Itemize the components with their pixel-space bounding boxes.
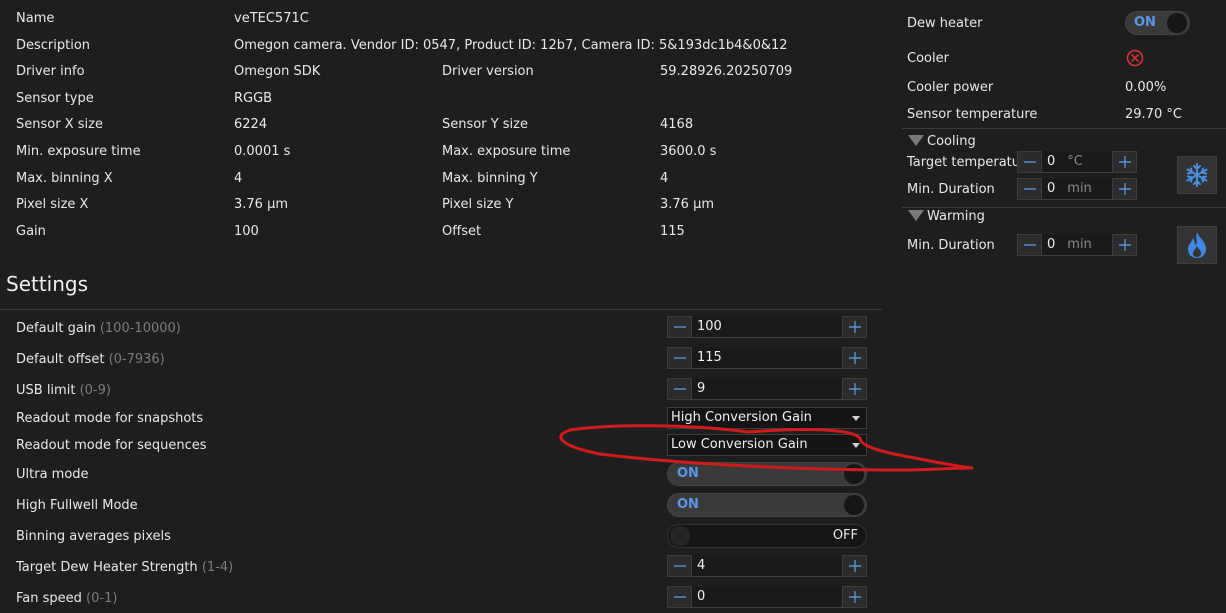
plus-icon [1118, 239, 1131, 251]
plus-icon [1118, 183, 1131, 195]
dew-heater-state: ON [1134, 15, 1156, 30]
warming-duration-increment-button[interactable] [1112, 234, 1137, 256]
minus-icon [1023, 188, 1036, 190]
start-warming-button[interactable] [1177, 226, 1217, 264]
warming-duration-label: Min. Duration [907, 238, 995, 253]
plus-icon [1118, 156, 1131, 168]
target-temp-value: 0 [1047, 154, 1056, 169]
cooler-off-icon[interactable] [1126, 49, 1144, 67]
cooler-label: Cooler [907, 51, 949, 66]
flame-icon [1188, 232, 1206, 258]
sensor-temp-value: 29.70 °C [1125, 107, 1182, 122]
collapse-triangle-icon[interactable] [908, 210, 924, 221]
dew-heater-label: Dew heater [907, 16, 983, 31]
cooling-duration-unit: min [1067, 181, 1092, 196]
minus-icon [1023, 161, 1036, 163]
warming-duration-input[interactable]: 0 min [1042, 234, 1112, 256]
cooler-power-label: Cooler power [907, 80, 994, 95]
cooling-duration-value: 0 [1047, 181, 1056, 196]
warming-duration-unit: min [1067, 237, 1092, 252]
warming-title[interactable]: Warming [927, 209, 985, 224]
cooling-duration-input[interactable]: 0 min [1042, 178, 1112, 200]
warming-duration-value: 0 [1047, 237, 1056, 252]
cooling-divider [902, 128, 1226, 129]
toggle-knob [1167, 13, 1187, 33]
target-temp-label: Target temperatur [907, 155, 1017, 170]
target-temp-decrement-button[interactable] [1017, 151, 1042, 173]
snowflake-icon [1186, 163, 1208, 187]
collapse-triangle-icon[interactable] [908, 135, 924, 146]
cooling-title[interactable]: Cooling [927, 134, 976, 149]
minus-icon [1023, 244, 1036, 246]
sensor-temp-label: Sensor temperature [907, 107, 1038, 122]
cooling-duration-decrement-button[interactable] [1017, 178, 1042, 200]
cooling-duration-increment-button[interactable] [1112, 178, 1137, 200]
start-cooling-button[interactable] [1177, 156, 1217, 194]
red-annotation-loop [559, 424, 974, 472]
target-temp-input[interactable]: 0 °C [1042, 151, 1112, 173]
warming-divider [902, 207, 1226, 208]
cooling-duration-label: Min. Duration [907, 182, 995, 197]
dew-heater-toggle[interactable]: ON [1125, 11, 1190, 35]
cooler-power-value: 0.00% [1125, 80, 1167, 95]
target-temp-increment-button[interactable] [1112, 151, 1137, 173]
warming-duration-decrement-button[interactable] [1017, 234, 1042, 256]
target-temp-unit: °C [1067, 154, 1083, 169]
